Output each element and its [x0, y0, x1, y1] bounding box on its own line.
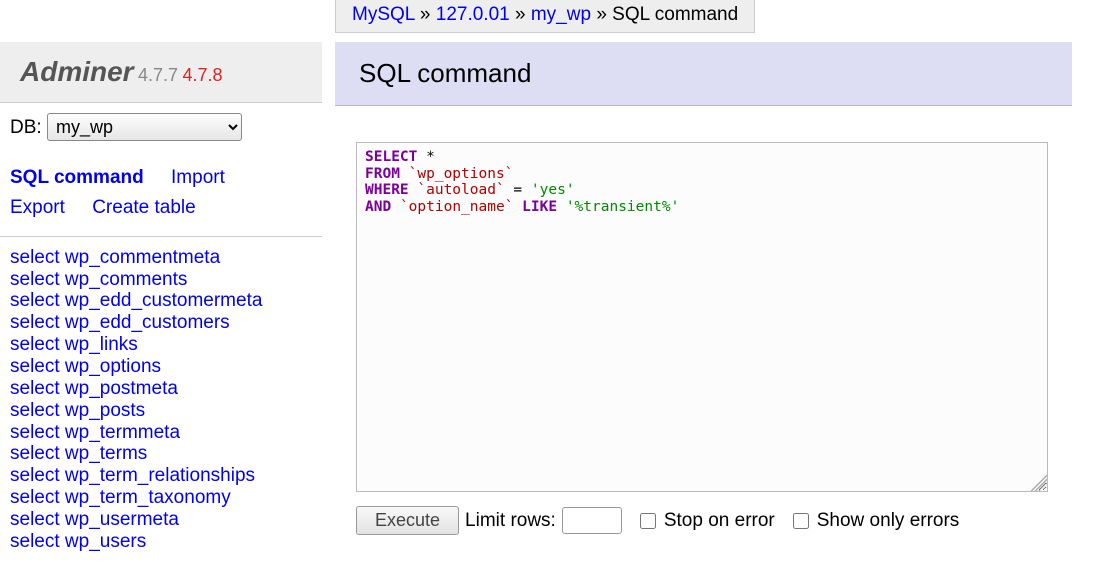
- table-link[interactable]: select wp_commentmeta: [10, 247, 322, 269]
- new-version-link[interactable]: 4.7.8: [183, 65, 223, 85]
- db-label: DB:: [10, 117, 42, 138]
- table-link[interactable]: select wp_term_taxonomy: [10, 487, 322, 509]
- side-actions: SQL command Import Export Create table: [0, 153, 322, 237]
- logo: Adminer 4.7.7 4.7.8: [0, 42, 322, 103]
- only-errors-label: Show only errors: [817, 510, 960, 532]
- table-link[interactable]: select wp_edd_customermeta: [10, 290, 322, 312]
- stop-on-error-checkbox[interactable]: [640, 513, 656, 529]
- table-link[interactable]: select wp_comments: [10, 269, 322, 291]
- table-link[interactable]: select wp_options: [10, 356, 322, 378]
- table-link[interactable]: select wp_postmeta: [10, 378, 322, 400]
- link-sql-command[interactable]: SQL command: [10, 167, 144, 188]
- product-name: Adminer: [20, 56, 134, 87]
- breadcrumb: MySQL » 127.0.01 » my_wp » SQL command: [335, 0, 755, 33]
- crumb-sep: »: [510, 4, 531, 25]
- table-link[interactable]: select wp_terms: [10, 443, 322, 465]
- only-errors-checkbox[interactable]: [793, 513, 809, 529]
- table-link[interactable]: select wp_termmeta: [10, 422, 322, 444]
- table-link[interactable]: select wp_links: [10, 334, 322, 356]
- table-link[interactable]: select wp_posts: [10, 400, 322, 422]
- page-title: SQL command: [359, 58, 1048, 89]
- stop-on-error-label: Stop on error: [664, 510, 775, 532]
- crumb-host[interactable]: 127.0.01: [436, 4, 510, 25]
- product-version: 4.7.7: [138, 65, 178, 85]
- table-link[interactable]: select wp_users: [10, 531, 322, 553]
- crumb-sep: »: [415, 4, 436, 25]
- limit-label: Limit rows:: [465, 510, 556, 532]
- link-create-table[interactable]: Create table: [92, 197, 196, 218]
- table-link[interactable]: select wp_usermeta: [10, 509, 322, 531]
- link-import[interactable]: Import: [171, 167, 225, 188]
- db-selector-row: DB: my_wp: [0, 103, 322, 153]
- execute-button[interactable]: Execute: [356, 506, 459, 535]
- crumb-sep: »: [591, 4, 612, 25]
- main: SELECT * FROM `wp_options` WHERE `autolo…: [356, 142, 1048, 535]
- link-export[interactable]: Export: [10, 197, 65, 218]
- crumb-page: SQL command: [612, 4, 738, 25]
- table-list: select wp_commentmetaselect wp_commentss…: [0, 237, 322, 553]
- table-link[interactable]: select wp_term_relationships: [10, 465, 322, 487]
- db-select[interactable]: my_wp: [47, 113, 242, 141]
- execute-controls: Execute Limit rows: Stop on error Show o…: [356, 506, 1048, 535]
- page-header: SQL command: [335, 42, 1072, 106]
- crumb-driver[interactable]: MySQL: [352, 4, 415, 25]
- crumb-db[interactable]: my_wp: [531, 4, 591, 25]
- table-link[interactable]: select wp_edd_customers: [10, 312, 322, 334]
- limit-rows-input[interactable]: [562, 507, 622, 534]
- sql-editor[interactable]: SELECT * FROM `wp_options` WHERE `autolo…: [356, 142, 1048, 492]
- sidebar: Adminer 4.7.7 4.7.8 DB: my_wp SQL comman…: [0, 42, 322, 573]
